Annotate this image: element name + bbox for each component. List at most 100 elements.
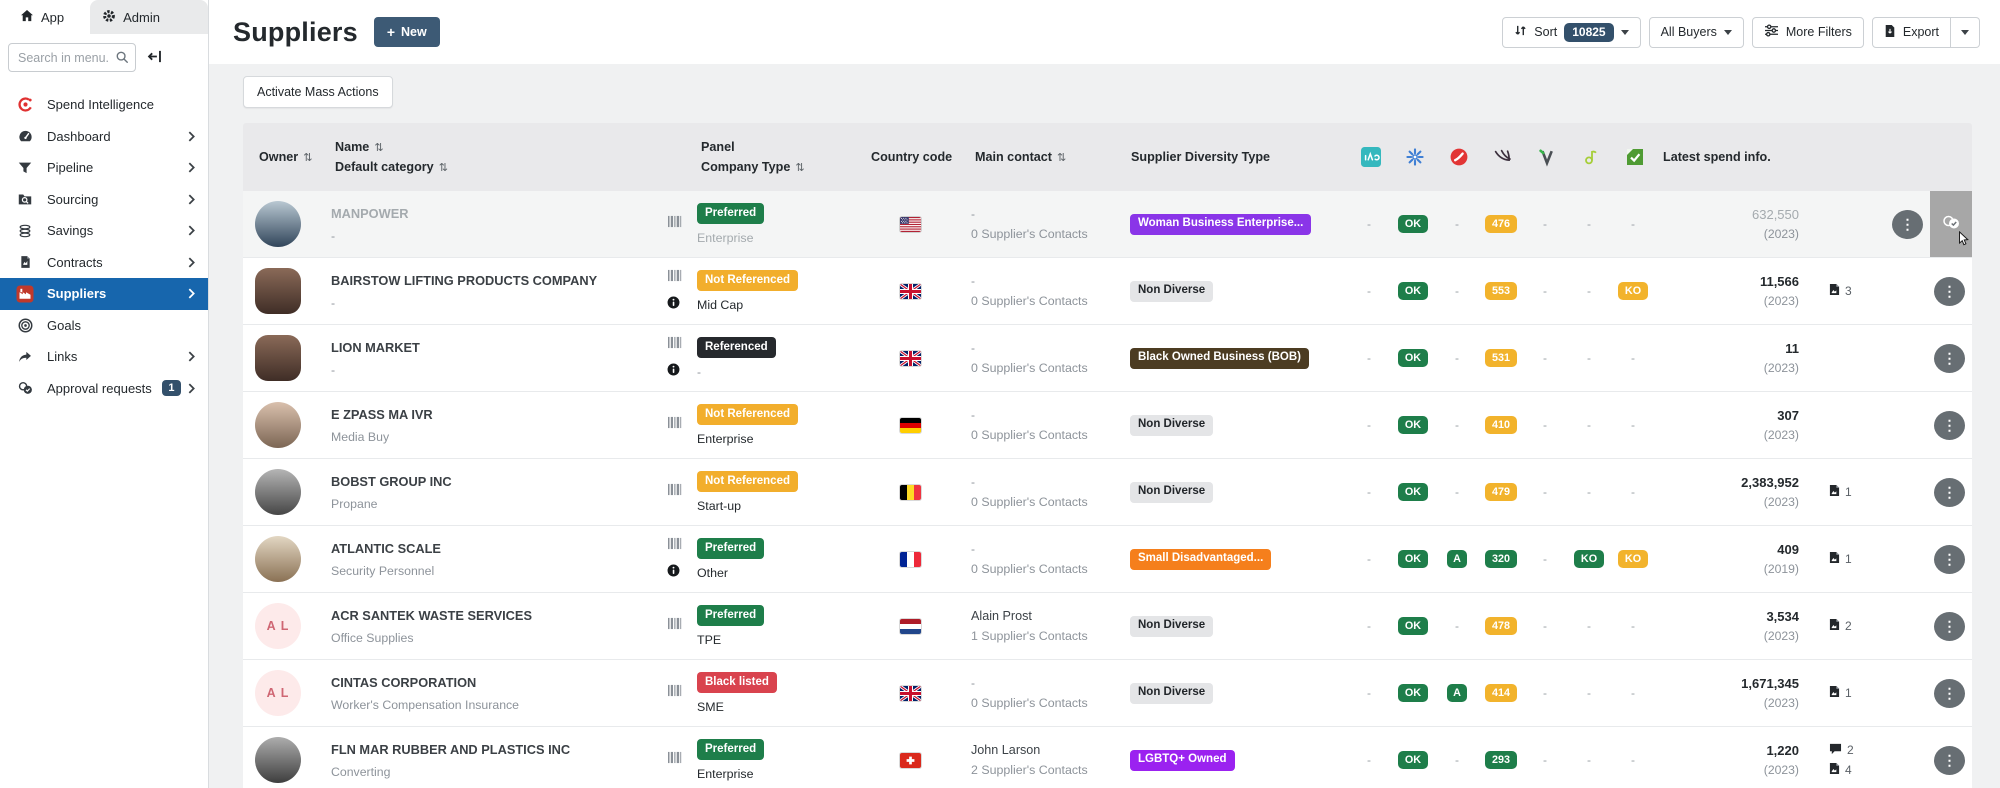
sidebar-item-label: Sourcing (47, 192, 98, 207)
barcode-icon[interactable] (667, 684, 682, 702)
tab-admin[interactable]: Admin (90, 0, 208, 34)
sort-toggle-icon[interactable]: ⇅ (374, 142, 383, 154)
sort-toggle-icon[interactable]: ⇅ (439, 162, 448, 174)
doc-count[interactable]: 1 (1829, 685, 1865, 701)
row-menu-button[interactable]: ⋮ (1934, 411, 1965, 440)
export-button[interactable]: Export (1872, 17, 1951, 48)
contacts-count[interactable]: 2 Supplier's Contacts (971, 763, 1127, 777)
status-badge: 479 (1485, 483, 1516, 501)
sort-toggle-icon[interactable]: ⇅ (303, 152, 312, 164)
row-hover-quick-action[interactable] (1930, 191, 1972, 257)
barcode-icon[interactable] (667, 269, 682, 287)
doc-count[interactable]: 4 (1829, 762, 1865, 778)
supplier-name-link[interactable]: ACR SANTEK WASTE SERVICES (331, 608, 532, 623)
sort-toggle-icon[interactable]: ⇅ (1057, 152, 1066, 164)
supplier-name-link[interactable]: LION MARKET (331, 340, 420, 355)
supplier-name-link[interactable]: ATLANTIC SCALE (331, 541, 441, 556)
col-panel: Panel Company Type⇅ (697, 140, 867, 174)
table-row[interactable]: E ZPASS MA IVRMedia BuyNot ReferencedEnt… (243, 392, 1972, 459)
sidebar-item-contracts[interactable]: Contracts (0, 247, 208, 279)
status-cell: A (1435, 684, 1479, 702)
search-input[interactable] (8, 43, 136, 72)
contact-name: Alain Prost (971, 609, 1127, 623)
row-menu-button[interactable]: ⋮ (1934, 679, 1965, 708)
table-row[interactable]: ATLANTIC SCALESecurity PersonnelPreferre… (243, 526, 1972, 593)
info-icon[interactable] (667, 564, 680, 582)
contacts-count[interactable]: 0 Supplier's Contacts (971, 428, 1127, 442)
sort-toggle-icon[interactable]: ⇅ (795, 162, 804, 174)
supplier-name-link[interactable]: CINTAS CORPORATION (331, 675, 476, 690)
sort-button[interactable]: Sort 10825 (1502, 17, 1640, 48)
table-row[interactable]: LION MARKET-Referenced--0 Supplier's Con… (243, 325, 1972, 392)
doc-count[interactable]: 3 (1829, 283, 1865, 299)
barcode-icon[interactable] (667, 215, 682, 233)
table-row[interactable]: FLN MAR RUBBER AND PLASTICS INCConvertin… (243, 727, 1972, 788)
export-options-button[interactable] (1951, 17, 1980, 48)
barcode-icon[interactable] (667, 537, 682, 555)
row-menu-button[interactable]: ⋮ (1934, 344, 1965, 373)
sidebar-item-spend-intelligence[interactable]: Spend Intelligence (0, 89, 208, 121)
row-menu-button[interactable]: ⋮ (1934, 277, 1965, 306)
company-type: Enterprise (697, 231, 867, 245)
doc-count[interactable]: 2 (1829, 618, 1865, 634)
sidebar-item-dashboard[interactable]: Dashboard (0, 121, 208, 153)
contacts-count[interactable]: 0 Supplier's Contacts (971, 696, 1127, 710)
new-supplier-button[interactable]: + New (374, 17, 440, 47)
supplier-name-link[interactable]: BAIRSTOW LIFTING PRODUCTS COMPANY (331, 273, 597, 288)
table-header-row: Owner⇅ Name⇅ Default category⇅ Panel Com… (243, 123, 1972, 191)
info-icon[interactable] (667, 363, 680, 381)
doc-count[interactable]: 1 (1829, 551, 1865, 567)
contacts-count[interactable]: 0 Supplier's Contacts (971, 227, 1127, 241)
barcode-icon[interactable] (667, 336, 682, 354)
supplier-name-link[interactable]: MANPOWER (331, 206, 409, 221)
spend-cell: 632,550(2023) (1655, 207, 1803, 241)
supplier-name-link[interactable]: BOBST GROUP INC (331, 474, 452, 489)
table-row[interactable]: A LCINTAS CORPORATIONWorker's Compensati… (243, 660, 1972, 727)
sidebar-item-savings[interactable]: Savings (0, 215, 208, 247)
table-row[interactable]: BOBST GROUP INCPropaneNot ReferencedStar… (243, 459, 1972, 526)
barcode-icon[interactable] (667, 751, 682, 769)
contacts-count[interactable]: 0 Supplier's Contacts (971, 562, 1127, 576)
contacts-count[interactable]: 0 Supplier's Contacts (971, 495, 1127, 509)
barcode-icon[interactable] (667, 416, 682, 434)
barcode-icon[interactable] (667, 617, 682, 635)
row-menu-button[interactable]: ⋮ (1934, 746, 1965, 775)
table-row[interactable]: MANPOWER-PreferredEnterprise-0 Supplier'… (243, 191, 1972, 258)
row-menu-button[interactable]: ⋮ (1934, 612, 1965, 641)
sidebar-collapse-button[interactable] (145, 47, 165, 69)
status-cell: - (1611, 418, 1655, 432)
name-cell: E ZPASS MA IVRMedia Buy (331, 406, 663, 444)
status-cell: 478 (1479, 617, 1523, 635)
tab-app[interactable]: App (0, 0, 76, 34)
docs-cell: 1 (1803, 685, 1865, 701)
contacts-count[interactable]: 0 Supplier's Contacts (971, 294, 1127, 308)
supplier-name-link[interactable]: FLN MAR RUBBER AND PLASTICS INC (331, 742, 570, 757)
info-icon[interactable] (667, 296, 680, 314)
row-menu-button[interactable]: ⋮ (1892, 210, 1923, 239)
contacts-count[interactable]: 1 Supplier's Contacts (971, 629, 1127, 643)
row-menu-button[interactable]: ⋮ (1934, 478, 1965, 507)
docs-cell: 2 (1803, 618, 1865, 634)
doc-count[interactable]: 2 (1829, 743, 1865, 758)
doc-count[interactable]: 1 (1829, 484, 1865, 500)
sidebar-item-goals[interactable]: Goals (0, 310, 208, 342)
row-menu-button[interactable]: ⋮ (1934, 545, 1965, 574)
sidebar-item-pipeline[interactable]: Pipeline (0, 152, 208, 184)
status-cell: - (1435, 485, 1479, 499)
more-filters-button[interactable]: More Filters (1752, 17, 1864, 48)
supplier-name-link[interactable]: E ZPASS MA IVR (331, 407, 433, 422)
company-type: Mid Cap (697, 298, 867, 312)
chevron-right-icon (188, 194, 195, 205)
sidebar-item-links[interactable]: Links (0, 341, 208, 373)
buyers-filter-button[interactable]: All Buyers (1649, 17, 1744, 48)
table-row[interactable]: BAIRSTOW LIFTING PRODUCTS COMPANY-Not Re… (243, 258, 1972, 325)
sidebar-item-approval-requests[interactable]: Approval requests1 (0, 373, 208, 405)
sidebar-item-sourcing[interactable]: Sourcing (0, 184, 208, 216)
activate-mass-actions-button[interactable]: Activate Mass Actions (243, 76, 393, 108)
barcode-icon[interactable] (667, 483, 682, 501)
table-row[interactable]: A LACR SANTEK WASTE SERVICESOffice Suppl… (243, 593, 1972, 660)
sidebar-item-suppliers[interactable]: Suppliers (0, 278, 208, 310)
contracts-icon (16, 254, 34, 270)
contacts-count[interactable]: 0 Supplier's Contacts (971, 361, 1127, 375)
owner-cell (243, 335, 331, 381)
